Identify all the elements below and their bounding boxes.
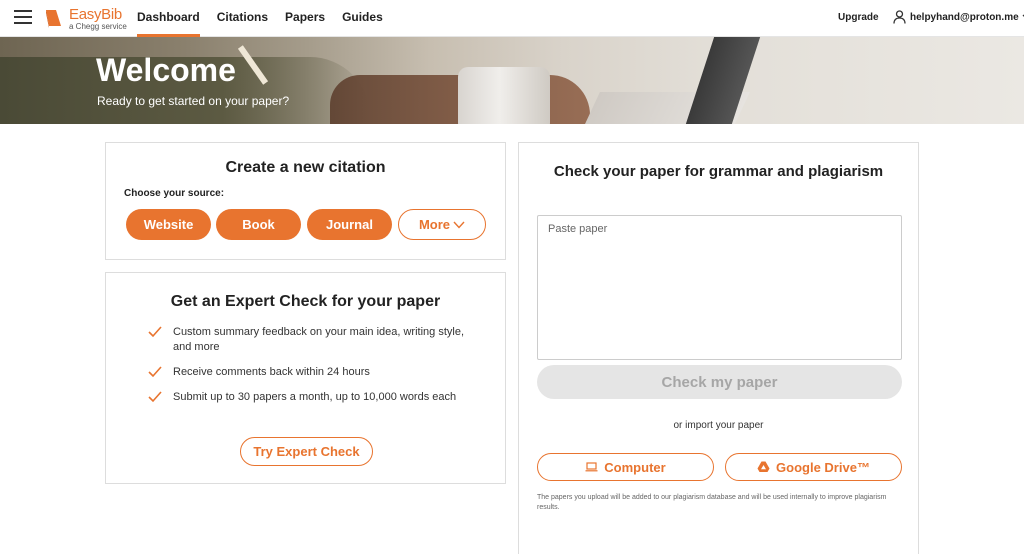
hero-banner: Welcome Ready to get started on your pap… <box>0 37 1024 124</box>
benefit-text: Submit up to 30 papers a month, up to 10… <box>173 391 457 403</box>
paper-check-card: Check your paper for grammar and plagiar… <box>518 142 919 554</box>
choose-source-label: Choose your source: <box>124 188 225 199</box>
nav-guides[interactable]: Guides <box>342 0 383 37</box>
account-menu[interactable]: helpyhand@proton.me <box>893 10 1024 24</box>
upload-disclaimer: The papers you upload will be added to o… <box>537 494 887 511</box>
expert-check-title: Get an Expert Check for your paper <box>170 293 441 310</box>
hero-photo-mug <box>458 67 550 124</box>
google-drive-icon <box>757 461 770 472</box>
try-expert-check-button[interactable]: Try Expert Check <box>240 437 373 466</box>
expert-check-card: Get an Expert Check for your paper Custo… <box>105 272 506 484</box>
paper-check-title: Check your paper for grammar and plagiar… <box>553 163 884 180</box>
nav-dashboard[interactable]: Dashboard <box>137 0 200 37</box>
nav-papers[interactable]: Papers <box>285 0 325 37</box>
upgrade-link[interactable]: Upgrade <box>838 12 879 23</box>
benefit-text: Receive comments back within 24 hours <box>173 366 370 378</box>
list-item: Submit up to 30 papers a month, up to 10… <box>148 390 468 405</box>
top-nav: EasyBib a Chegg service Dashboard Citati… <box>0 0 1024 37</box>
checkmark-icon <box>148 391 162 403</box>
list-item: Custom summary feedback on your main ide… <box>148 325 468 355</box>
check-my-paper-button[interactable]: Check my paper <box>537 365 902 399</box>
import-computer-label: Computer <box>604 459 666 475</box>
benefit-text: Custom summary feedback on your main ide… <box>173 326 465 353</box>
list-item: Receive comments back within 24 hours <box>148 365 468 380</box>
paste-paper-input[interactable] <box>537 215 902 360</box>
import-google-drive-button[interactable]: Google Drive™ <box>725 453 902 481</box>
source-book-button[interactable]: Book <box>216 209 301 240</box>
checkmark-icon <box>148 366 162 378</box>
account-email: helpyhand@proton.me <box>910 11 1019 23</box>
hamburger-menu-icon[interactable] <box>14 10 32 25</box>
create-citation-card: Create a new citation Choose your source… <box>105 142 506 260</box>
source-more-label: More <box>418 217 451 232</box>
hero-title: Welcome <box>96 52 236 88</box>
expert-benefit-list: Custom summary feedback on your main ide… <box>148 325 468 415</box>
user-icon <box>893 10 906 24</box>
hero-photo-screen <box>685 37 761 124</box>
book-logo-icon <box>46 10 61 28</box>
checkmark-icon <box>148 326 162 338</box>
source-journal-button[interactable]: Journal <box>307 209 392 240</box>
brand-tagline: a Chegg service <box>69 22 127 31</box>
source-more-button[interactable]: More <box>398 209 486 240</box>
source-website-button[interactable]: Website <box>126 209 211 240</box>
main-nav: Dashboard Citations Papers Guides <box>137 0 400 37</box>
brand-name: EasyBib <box>69 6 122 23</box>
import-google-drive-label: Google Drive™ <box>776 459 870 475</box>
hero-subtitle: Ready to get started on your paper? <box>97 94 290 108</box>
easybib-logo[interactable]: EasyBib a Chegg service <box>45 6 127 32</box>
nav-citations[interactable]: Citations <box>217 0 268 37</box>
import-computer-button[interactable]: Computer <box>537 453 714 481</box>
chevron-down-icon <box>453 221 465 229</box>
import-paper-label: or import your paper <box>673 420 764 431</box>
create-citation-title: Create a new citation <box>225 159 386 176</box>
laptop-icon <box>585 462 598 472</box>
